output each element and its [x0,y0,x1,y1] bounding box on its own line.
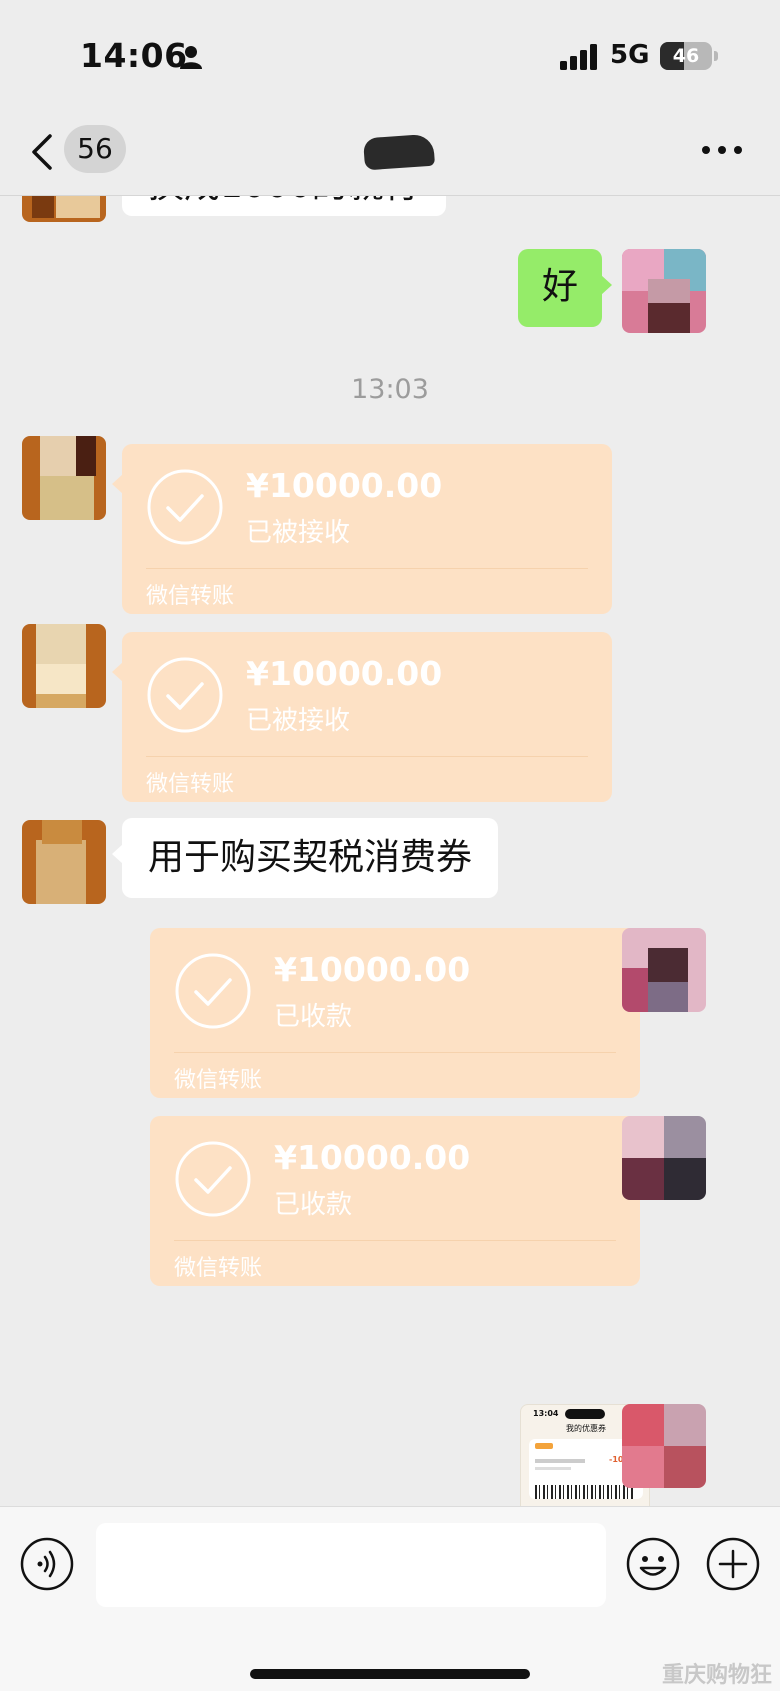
transfer-status: 已被接收 [246,518,351,548]
transfer-status: 已收款 [274,1190,353,1220]
transfer-amount: ¥10000.00 [246,466,443,505]
message-text: 好 [542,266,579,307]
thumbnail-line [535,1459,585,1463]
divider [146,568,588,569]
my-avatar[interactable] [622,1404,706,1488]
transfer-card[interactable]: ¥10000.00 已收款 微信转账 [150,1116,650,1286]
chevron-left-icon[interactable] [28,132,56,172]
transfer-amount: ¥10000.00 [274,1138,471,1177]
transfer-brand: 微信转账 [146,772,235,797]
divider [146,756,588,757]
message-list[interactable]: 换成1000的就行 好 13:03 ¥10000.00 已被接收 微信转账 [0,196,780,1506]
check-circle-icon [175,1141,251,1217]
check-circle-icon [175,953,251,1029]
my-avatar[interactable] [622,249,706,333]
ellipsis-icon[interactable] [700,140,744,160]
my-avatar[interactable] [622,928,706,1012]
thumbnail-barcode [535,1485,635,1499]
divider [174,1052,616,1053]
message-bubble-sent[interactable]: 好 [518,249,612,327]
plus-icon[interactable] [706,1537,760,1591]
avatar[interactable] [22,624,106,708]
my-avatar[interactable] [622,1116,706,1200]
message-bubble-received[interactable]: 换成1000的就行 [122,196,446,216]
transfer-brand: 微信转账 [146,584,235,609]
title-redaction [362,133,436,171]
network-type: 5G [610,40,650,70]
voice-icon[interactable] [20,1537,74,1591]
avatar[interactable] [22,196,106,222]
unread-count-badge[interactable]: 56 [64,125,126,173]
message-input[interactable] [96,1523,606,1607]
home-indicator [250,1669,530,1679]
emoji-icon[interactable] [626,1537,680,1591]
chat-header: 56 [0,116,780,196]
thumbnail-tag [535,1443,553,1449]
transfer-status: 已被接收 [246,706,351,736]
avatar[interactable] [22,436,106,520]
status-bar: 14:06 5G 46 [0,0,780,116]
message-timestamp: 13:03 [351,374,429,405]
transfer-amount: ¥10000.00 [274,950,471,989]
transfer-brand: 微信转账 [174,1256,263,1281]
message-text: 用于购买契税消费券 [148,837,473,878]
divider [174,1240,616,1241]
battery-indicator: 46 [660,42,712,70]
check-circle-icon [147,657,223,733]
transfer-amount: ¥10000.00 [246,654,443,693]
signal-icon [560,44,597,70]
thumbnail-line [535,1467,571,1470]
avatar[interactable] [22,820,106,904]
person-icon [180,46,202,69]
transfer-card[interactable]: ¥10000.00 已收款 微信转账 [150,928,650,1098]
message-text: 换成1000的就行 [148,196,420,206]
thumbnail-time: 13:04 [533,1409,559,1418]
transfer-brand: 微信转账 [174,1068,263,1093]
transfer-card[interactable]: ¥10000.00 已被接收 微信转账 [112,444,612,614]
input-bar: 重庆购物狂 [0,1506,780,1691]
battery-tip [714,51,718,61]
message-bubble-received[interactable]: 用于购买契税消费券 [111,818,499,898]
watermark: 重庆购物狂 [662,1663,773,1688]
transfer-card[interactable]: ¥10000.00 已被接收 微信转账 [112,632,612,802]
check-circle-icon [147,469,223,545]
status-time: 14:06 [80,36,188,75]
thumbnail-island [565,1409,605,1419]
transfer-status: 已收款 [274,1002,353,1032]
battery-percent: 46 [672,45,700,67]
